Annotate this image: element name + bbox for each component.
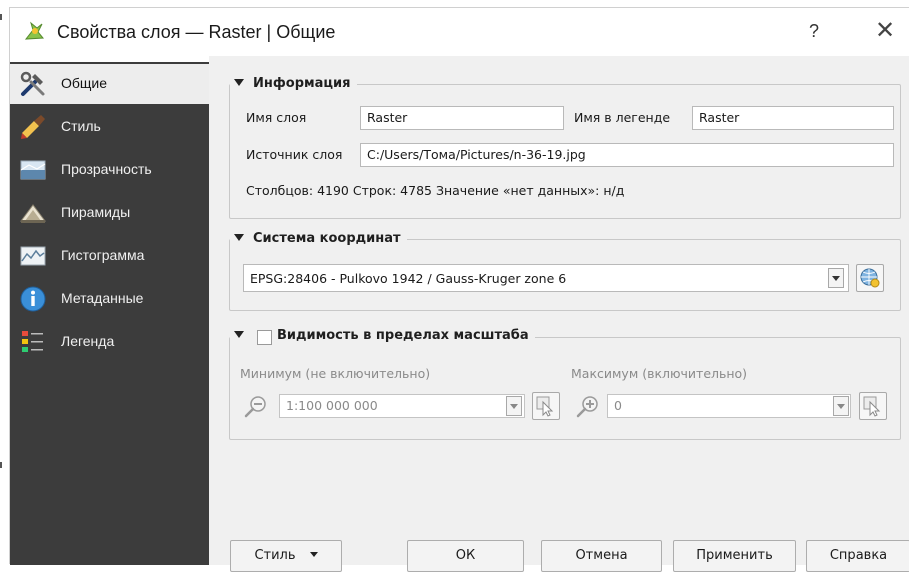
ok-button[interactable]: ОК xyxy=(407,540,524,572)
info-icon xyxy=(20,286,46,312)
tools-icon xyxy=(20,71,45,96)
map-cursor-icon xyxy=(536,396,554,417)
info-group-label: Информация xyxy=(253,76,351,91)
collapse-triangle-icon xyxy=(234,79,244,86)
scale-group-label: Видимость в пределах масштаба xyxy=(277,328,529,343)
min-scale-select[interactable]: 1:100 000 000 xyxy=(279,394,525,418)
crs-group-title[interactable]: Система координат xyxy=(230,231,407,246)
raster-stats: Столбцов: 4190 Строк: 4785 Значение «нет… xyxy=(246,183,625,198)
help-button[interactable]: Справка xyxy=(806,540,909,572)
info-group: Информация Имя слоя Raster Имя в легенде… xyxy=(229,76,901,219)
zoom-in-icon xyxy=(576,396,598,418)
window-title: Свойства слоя — Raster | Общие xyxy=(57,22,336,42)
sidebar-item-general[interactable]: Общие xyxy=(10,64,209,104)
legend-name-label: Имя в легенде xyxy=(574,110,671,125)
paint-brush-icon xyxy=(21,115,45,139)
sidebar-item-label: Общие xyxy=(61,75,108,91)
info-group-title[interactable]: Информация xyxy=(230,76,357,91)
sidebar-item-label: Пирамиды xyxy=(61,204,131,220)
sidebar: Общие Стиль Прозрачность Пирамиды Гистог… xyxy=(10,62,209,565)
transparency-icon xyxy=(20,160,46,180)
sidebar-item-histogram[interactable]: Гистограмма xyxy=(10,236,209,276)
scale-visibility-group: Видимость в пределах масштаба Минимум (н… xyxy=(229,328,901,440)
crs-selector-button[interactable] xyxy=(856,264,884,292)
source-input[interactable]: C:/Users/Тома/Pictures/n-36-19.jpg xyxy=(360,143,894,167)
legend-icon xyxy=(22,331,43,352)
source-label: Источник слоя xyxy=(246,147,343,162)
chevron-down-icon[interactable] xyxy=(828,268,844,288)
crs-select[interactable]: EPSG:28406 - Pulkovo 1942 / Gauss-Kruger… xyxy=(243,264,849,292)
chevron-down-icon xyxy=(309,552,318,557)
max-scale-from-canvas-button[interactable] xyxy=(859,392,887,420)
min-scale-from-canvas-button[interactable] xyxy=(532,392,560,420)
max-scale-select[interactable]: 0 xyxy=(607,394,851,418)
layer-name-input[interactable]: Raster xyxy=(360,106,564,130)
layer-properties-window: Свойства слоя — Raster | Общие ? ✕ Общие… xyxy=(9,7,909,572)
collapse-triangle-icon xyxy=(234,234,244,241)
sidebar-item-label: Стиль xyxy=(61,118,101,134)
scale-group-title[interactable]: Видимость в пределах масштаба xyxy=(230,328,535,343)
edge-mark xyxy=(0,14,2,20)
scale-visibility-checkbox[interactable] xyxy=(257,330,272,345)
style-button-label: Стиль xyxy=(254,548,296,563)
style-menu-button[interactable]: Стиль xyxy=(230,540,342,572)
cancel-button[interactable]: Отмена xyxy=(541,540,662,572)
chevron-down-icon[interactable] xyxy=(506,396,522,416)
zoom-out-icon xyxy=(244,396,266,418)
help-title-button[interactable]: ? xyxy=(803,21,825,43)
pyramids-icon xyxy=(20,204,46,223)
sidebar-item-label: Прозрачность xyxy=(61,161,152,177)
collapse-triangle-icon xyxy=(234,331,244,338)
main-panel: Информация Имя слоя Raster Имя в легенде… xyxy=(209,56,909,572)
edge-mark xyxy=(0,462,2,468)
crs-group-label: Система координат xyxy=(253,231,401,246)
chevron-down-icon[interactable] xyxy=(833,396,849,416)
qgis-logo-icon xyxy=(24,21,45,40)
max-scale-label: Максимум (включительно) xyxy=(571,366,748,381)
sidebar-item-style[interactable]: Стиль xyxy=(10,107,209,147)
sidebar-item-metadata[interactable]: Метаданные xyxy=(10,279,209,319)
layer-name-label: Имя слоя xyxy=(246,110,307,125)
sidebar-item-legend[interactable]: Легенда xyxy=(10,322,209,362)
sidebar-item-label: Метаданные xyxy=(61,290,144,306)
sidebar-item-label: Легенда xyxy=(61,333,115,349)
histogram-icon xyxy=(20,246,46,266)
crs-group: Система координат EPSG:28406 - Pulkovo 1… xyxy=(229,231,901,311)
map-cursor-icon xyxy=(863,396,881,417)
sidebar-item-pyramids[interactable]: Пирамиды xyxy=(10,193,209,233)
close-button[interactable]: ✕ xyxy=(872,18,898,44)
sidebar-item-label: Гистограмма xyxy=(61,247,145,263)
globe-icon xyxy=(860,268,880,288)
min-scale-label: Минимум (не включительно) xyxy=(240,366,431,381)
apply-button[interactable]: Применить xyxy=(673,540,796,572)
legend-name-input[interactable]: Raster xyxy=(692,106,894,130)
sidebar-item-transparency[interactable]: Прозрачность xyxy=(10,150,209,190)
title-bar: Свойства слоя — Raster | Общие ? ✕ xyxy=(10,8,909,56)
